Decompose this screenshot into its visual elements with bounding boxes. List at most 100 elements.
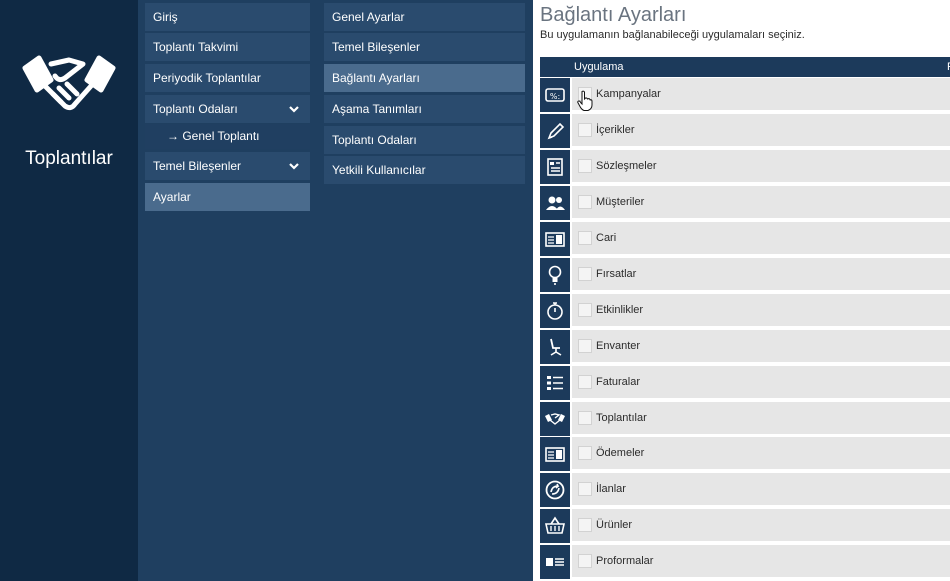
row-label: Proformalar — [596, 555, 654, 567]
settings-item-genel-ayarlar[interactable]: Genel Ayarlar — [324, 3, 525, 31]
table-row: İlanlar — [540, 473, 950, 507]
nav-item-label: → Genel Toplantı — [167, 129, 260, 143]
users-icon — [540, 186, 570, 220]
nav-item-genel-toplanti[interactable]: → Genel Toplantı — [145, 124, 310, 149]
row-label: İlanlar — [596, 483, 626, 495]
page-title: Bağlantı Ayarları — [540, 4, 687, 26]
settings-nav: Genel Ayarlar Temel Bileşenler Bağlantı … — [316, 0, 533, 581]
nav-item-toplanti-odalari[interactable]: Toplantı Odaları — [145, 95, 310, 123]
icerikler-checkbox[interactable] — [578, 123, 592, 137]
chevron-down-icon — [289, 163, 299, 170]
ledger-card-icon — [540, 222, 570, 256]
nav-item-label: Temel Bileşenler — [153, 159, 242, 173]
page-description: Bu uygulamanın bağlanabileceği uygulamal… — [540, 29, 805, 41]
row-label: İçerikler — [596, 124, 635, 136]
row-body: Kampanyalar — [572, 78, 950, 110]
row-label: Kampanyalar — [596, 88, 661, 100]
nav-item-label: Giriş — [153, 10, 178, 24]
row-label: Ödemeler — [596, 447, 645, 459]
proformalar-checkbox[interactable] — [578, 554, 592, 568]
etkinlikler-checkbox[interactable] — [578, 303, 592, 317]
payment-card-icon — [540, 437, 570, 471]
row-body: Müşteriler — [572, 186, 950, 218]
row-label: Ürünler — [596, 519, 633, 531]
nav-item-periyodik-toplantilar[interactable]: Periyodik Toplantılar — [145, 64, 310, 92]
row-body: Sözleşmeler — [572, 150, 950, 182]
nav-item-label: Toplantı Odaları — [332, 133, 417, 147]
table-row: Müşteriler — [540, 186, 950, 220]
row-label: Etkinlikler — [596, 304, 644, 316]
row-body: Ödemeler — [572, 437, 950, 469]
row-label: Envanter — [596, 340, 641, 352]
nav-item-label: Bağlantı Ayarları — [332, 71, 420, 85]
settings-item-temel-bilesenler[interactable]: Temel Bileşenler — [324, 33, 525, 61]
table-row: Cari — [540, 222, 950, 256]
main-content: Bağlantı Ayarları Bu uygulamanın bağlana… — [533, 0, 950, 581]
stopwatch-icon — [540, 294, 570, 328]
table-row: Envanter — [540, 330, 950, 364]
firsatlar-checkbox[interactable] — [578, 267, 592, 281]
nav-item-toplanti-takvimi[interactable]: Toplantı Takvimi — [145, 33, 310, 61]
row-label: Müşteriler — [596, 196, 645, 208]
row-label: Toplantılar — [596, 412, 647, 424]
primary-nav: Giriş Toplantı Takvimi Periyodik Toplant… — [138, 0, 316, 581]
odemeler-checkbox[interactable] — [578, 446, 592, 460]
row-label: Sözleşmeler — [596, 160, 657, 172]
table-row: Toplantılar — [540, 402, 950, 436]
svg-text:%:: %: — [550, 92, 560, 101]
basket-icon — [540, 509, 570, 543]
settings-item-toplanti-odalari[interactable]: Toplantı Odaları — [324, 126, 525, 154]
nav-item-label: Periyodik Toplantılar — [153, 71, 261, 85]
invoice-list-icon — [540, 366, 570, 400]
settings-item-yetkili-kullanicilar[interactable]: Yetkili Kullanıcılar — [324, 156, 525, 184]
row-label: Faturalar — [596, 376, 641, 388]
table-row: Faturalar — [540, 366, 950, 400]
lightbulb-icon — [540, 258, 570, 292]
table-row: İçerikler — [540, 114, 950, 148]
nav-item-label: Toplantı Odaları — [153, 102, 238, 116]
nav-item-label: Toplantı Takvimi — [153, 40, 239, 54]
row-body: İlanlar — [572, 473, 950, 505]
nav-item-temel-bilesenler[interactable]: Temel Bileşenler — [145, 152, 310, 180]
musteriler-checkbox[interactable] — [578, 195, 592, 209]
nav-item-ayarlar[interactable]: Ayarlar — [145, 183, 310, 211]
cari-checkbox[interactable] — [578, 231, 592, 245]
row-body: Cari — [572, 222, 950, 254]
table-row: Fırsatlar — [540, 258, 950, 292]
table-row: Ödemeler — [540, 437, 950, 471]
nav-item-label: Yetkili Kullanıcılar — [332, 163, 426, 177]
row-body: Envanter — [572, 330, 950, 362]
row-label: Cari — [596, 232, 617, 244]
envanter-checkbox[interactable] — [578, 339, 592, 353]
row-body: Toplantılar — [572, 402, 950, 434]
row-body: İçerikler — [572, 114, 950, 146]
urunler-checkbox[interactable] — [578, 518, 592, 532]
table-row: Ürünler — [540, 509, 950, 543]
table-row: Etkinlikler — [540, 294, 950, 328]
app-sidebar: Toplantılar — [0, 0, 138, 581]
proforma-card-icon — [540, 545, 570, 579]
nav-item-label: Ayarlar — [153, 190, 191, 204]
faturalar-checkbox[interactable] — [578, 375, 592, 389]
percent-tag-icon: %: — [540, 78, 570, 112]
table-row: %: Kampanyalar — [540, 78, 950, 112]
handshake-icon — [22, 55, 116, 111]
nav-item-label: Genel Ayarlar — [332, 10, 405, 24]
announcement-circle-icon — [540, 473, 570, 507]
ilanlar-checkbox[interactable] — [578, 482, 592, 496]
table-row: Sözleşmeler — [540, 150, 950, 184]
table-header: Uygulama P — [540, 57, 950, 77]
row-body: Etkinlikler — [572, 294, 950, 326]
sozlesmeler-checkbox[interactable] — [578, 159, 592, 173]
table-row: Proformalar — [540, 545, 950, 579]
row-label: Fırsatlar — [596, 268, 637, 280]
settings-item-baglanti-ayarlari[interactable]: Bağlantı Ayarları — [324, 64, 525, 92]
hand-cursor-icon — [577, 90, 593, 111]
settings-item-asama-tanimlari[interactable]: Aşama Tanımları — [324, 95, 525, 123]
office-chair-icon — [540, 330, 570, 364]
handshake-icon — [540, 402, 570, 436]
toplantilar-checkbox[interactable] — [578, 411, 592, 425]
pen-icon — [540, 114, 570, 148]
row-body: Fırsatlar — [572, 258, 950, 290]
nav-item-giris[interactable]: Giriş — [145, 3, 310, 31]
